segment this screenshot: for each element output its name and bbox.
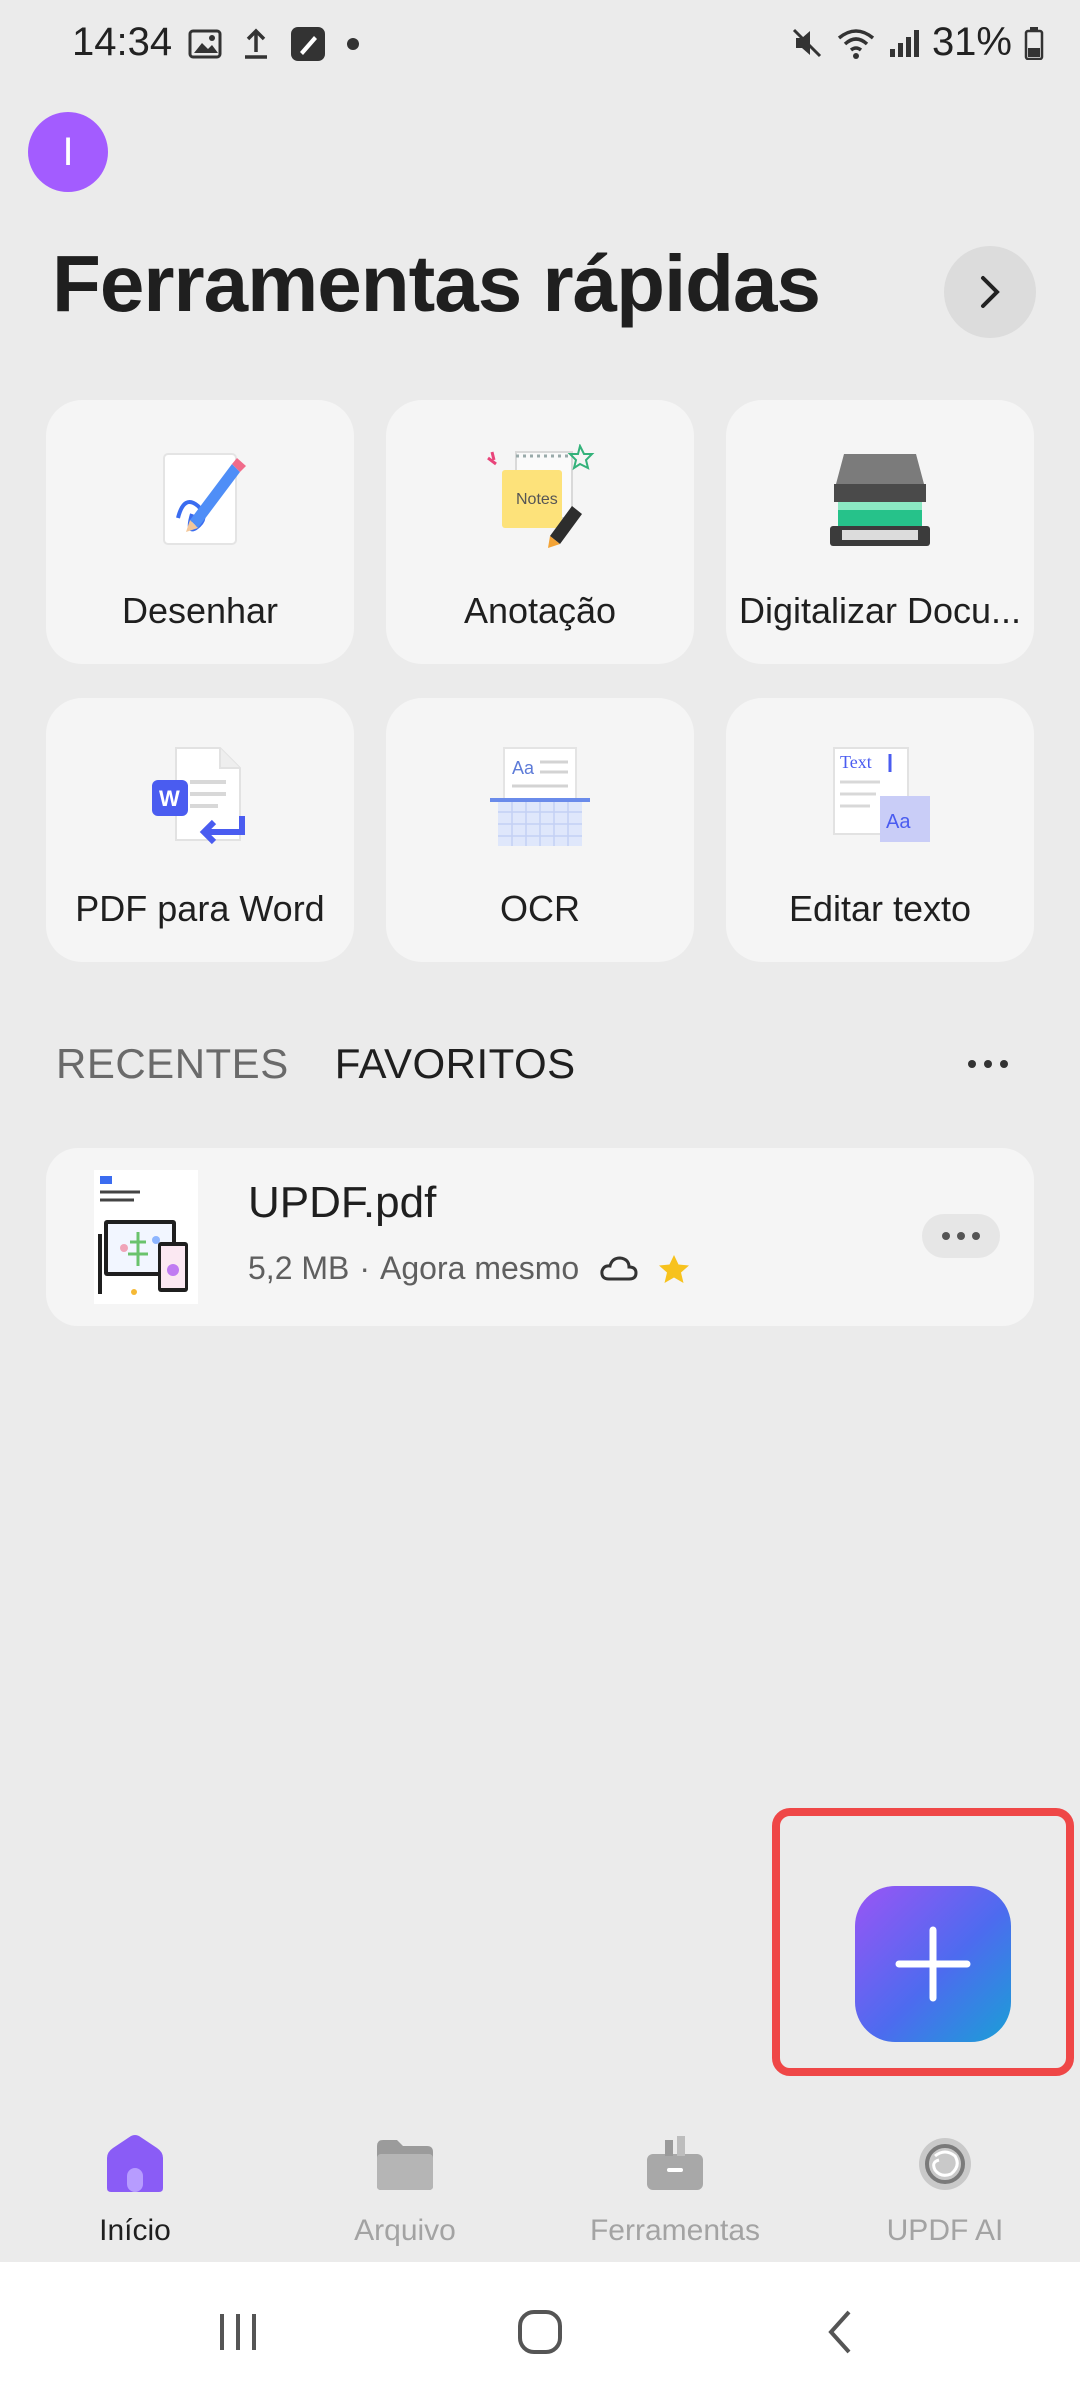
- battery-icon: [1024, 26, 1044, 60]
- recent-apps-icon: [220, 2314, 256, 2350]
- nav-item-ai[interactable]: UPDF AI: [810, 2110, 1080, 2260]
- bottom-nav: Início Arquivo Ferramentas UPDF AI: [0, 2110, 1080, 2260]
- nav-item-files[interactable]: Arquivo: [270, 2110, 540, 2260]
- status-bar: 14:34 31%: [0, 0, 1080, 92]
- dot-icon: [942, 1232, 950, 1240]
- tool-annotation[interactable]: Notes Anotação: [386, 400, 694, 664]
- dot-icon: [1000, 1060, 1008, 1068]
- nav-label: UPDF AI: [886, 2214, 1004, 2247]
- tool-pdf-to-word[interactable]: W PDF para Word: [46, 698, 354, 962]
- nav-item-tools[interactable]: Ferramentas: [540, 2110, 810, 2260]
- notes-icon: Notes: [487, 444, 595, 548]
- back-button[interactable]: [800, 2302, 880, 2362]
- tool-label: PDF para Word: [75, 888, 325, 929]
- svg-text:Text: Text: [840, 752, 872, 772]
- dot-icon: [957, 1232, 965, 1240]
- tool-draw[interactable]: Desenhar: [46, 400, 354, 664]
- dot-icon: [968, 1060, 976, 1068]
- plus-icon: [895, 1926, 971, 2002]
- signal-icon: [889, 29, 919, 57]
- meta-separator: ·: [359, 1250, 371, 1286]
- tab-favorites[interactable]: FAVORITOS: [335, 1040, 576, 1088]
- tool-label: Desenhar: [121, 590, 279, 631]
- wifi-icon: [837, 28, 875, 59]
- file-tabs: RECENTES FAVORITOS: [56, 1040, 576, 1088]
- battery-percent: 31%: [931, 20, 1012, 64]
- dot-icon: [972, 1232, 980, 1240]
- back-chevron-icon: [828, 2310, 851, 2354]
- recent-apps-button[interactable]: [198, 2302, 278, 2362]
- tool-label: Editar texto: [788, 888, 972, 929]
- tool-scan-document[interactable]: Digitalizar Docu...: [726, 400, 1034, 664]
- ocr-icon: Aa: [490, 747, 590, 846]
- folder-icon: [377, 2140, 433, 2190]
- nav-label: Ferramentas: [589, 2214, 761, 2247]
- pen-app-icon: [291, 27, 325, 61]
- file-meta: 5,2 MB · Agora mesmo: [248, 1250, 691, 1287]
- edit-text-icon: Text Aa: [833, 747, 930, 842]
- home-circle-icon: [518, 2310, 562, 2354]
- home-icon: [107, 2135, 163, 2192]
- star-icon[interactable]: [657, 1253, 691, 1285]
- file-time: Agora mesmo: [380, 1250, 580, 1286]
- upload-icon: [245, 28, 267, 59]
- pdf-to-word-icon: W: [152, 747, 245, 845]
- nav-item-home[interactable]: Início: [0, 2110, 270, 2260]
- tool-edit-text[interactable]: Text Aa Editar texto: [726, 698, 1034, 962]
- file-thumbnail: [94, 1170, 198, 1304]
- notification-dot-icon: [347, 38, 359, 50]
- cloud-icon: [600, 1255, 638, 1280]
- avatar-initial: I: [62, 129, 74, 174]
- home-system-button[interactable]: [500, 2302, 580, 2362]
- file-list-item[interactable]: UPDF.pdf 5,2 MB · Agora mesmo: [46, 1148, 1034, 1326]
- file-size: 5,2 MB: [248, 1250, 350, 1286]
- status-time: 14:34: [72, 20, 173, 64]
- file-name: UPDF.pdf: [248, 1178, 437, 1227]
- draw-icon: [163, 453, 246, 545]
- gallery-icon: [188, 29, 222, 59]
- nav-label: Início: [99, 2214, 171, 2247]
- tabs-more-button[interactable]: [968, 1060, 1008, 1068]
- tool-label: Anotação: [463, 590, 617, 631]
- svg-text:W: W: [159, 786, 180, 811]
- dot-icon: [984, 1060, 992, 1068]
- file-more-button[interactable]: [922, 1214, 1000, 1258]
- mute-icon: [792, 28, 821, 57]
- tab-recent[interactable]: RECENTES: [56, 1040, 289, 1088]
- toolbox-icon: [647, 2136, 703, 2190]
- tool-label: Digitalizar Docu...: [738, 590, 1022, 631]
- avatar[interactable]: I: [28, 112, 108, 192]
- svg-text:Aa: Aa: [512, 758, 535, 778]
- svg-text:Aa: Aa: [886, 811, 911, 833]
- tool-label: OCR: [500, 888, 580, 929]
- scanner-icon: [830, 454, 930, 546]
- chevron-right-icon: [981, 276, 1000, 308]
- svg-text:Notes: Notes: [516, 491, 558, 508]
- ai-icon: [919, 2138, 971, 2190]
- more-tools-button[interactable]: [944, 246, 1036, 338]
- tool-ocr[interactable]: Aa OCR: [386, 698, 694, 962]
- system-navigation-bar: [0, 2262, 1080, 2400]
- page-title: Ferramentas rápidas: [52, 239, 821, 328]
- add-button[interactable]: [855, 1886, 1011, 2042]
- nav-label: Arquivo: [354, 2214, 456, 2247]
